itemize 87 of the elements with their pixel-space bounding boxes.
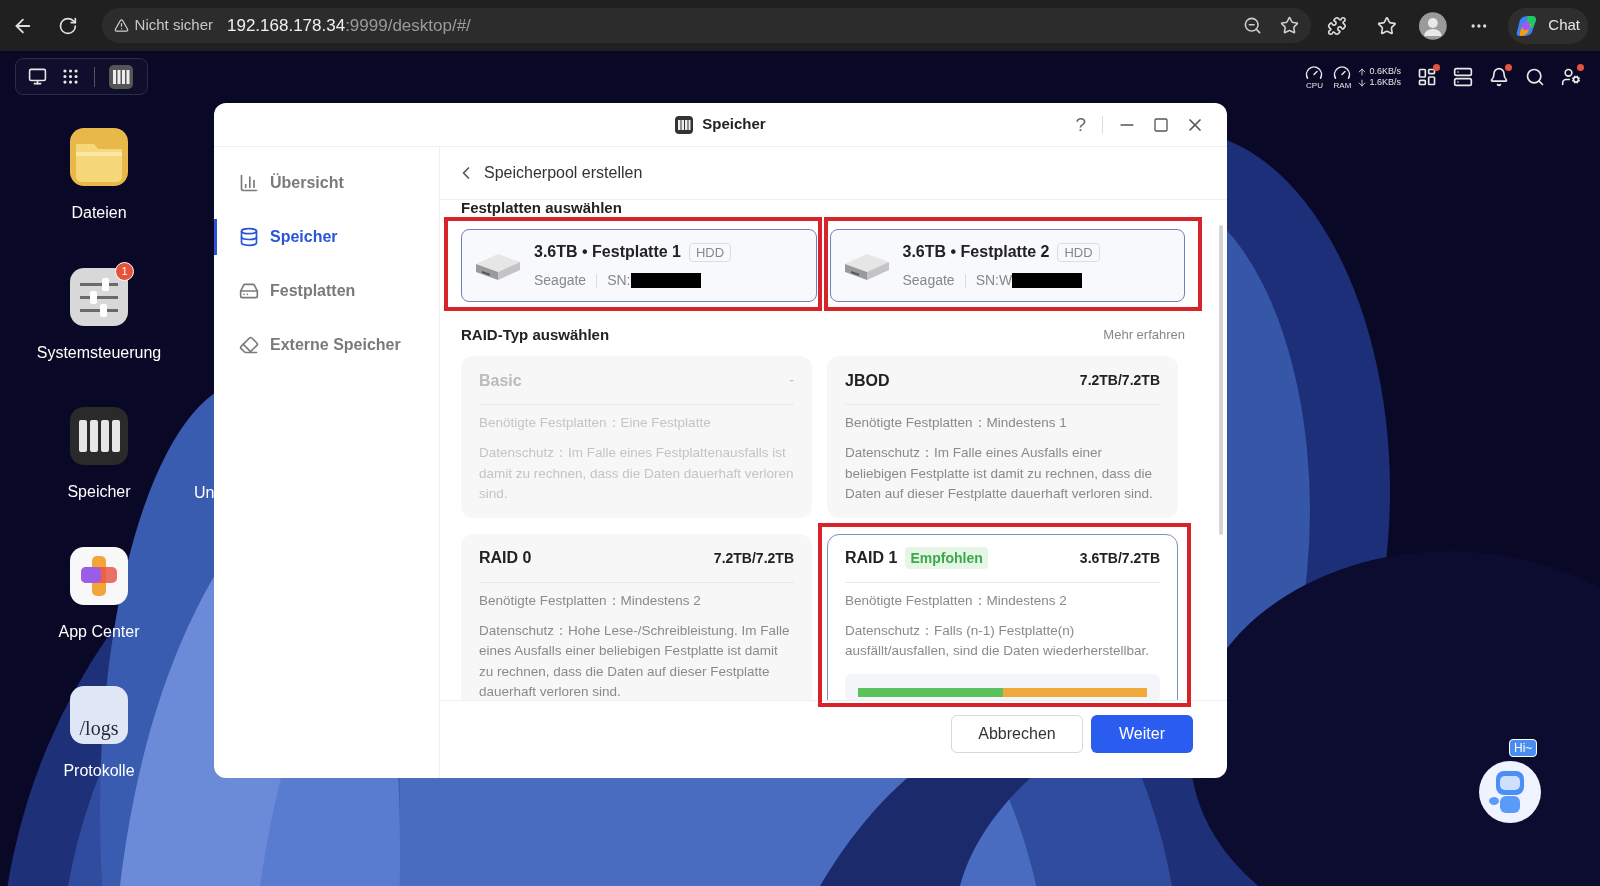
raid-requirement: Benötigte Festplatten：Mindestens 1 [845,414,1068,432]
redaction-bar [630,273,701,288]
scrollbar[interactable] [1219,225,1223,535]
widgets-icon[interactable] [1417,67,1437,87]
storage-app-icon [675,115,694,134]
gauge-icon[interactable] [1333,64,1352,82]
raid-capacity: - [789,371,794,390]
sidebar-item[interactable]: Externe Speicher [214,318,439,372]
disk-serial: SN:W [975,271,1013,290]
desktop-icon-label[interactable]: Speicher [67,482,131,502]
disk-title: 3.6TB • Festplatte 1 [534,242,681,262]
ram-label: RAM [1333,82,1352,90]
chart-icon [239,173,259,193]
server-icon[interactable] [1453,67,1473,87]
disk-serial: SN: [607,271,631,290]
sidebar-item[interactable]: Festplatten [214,264,439,318]
address-bar[interactable]: Nicht sicher 192.168.178.34:9999/desktop/#/ [101,8,1312,43]
disk-vendor: Seagate [534,271,587,290]
star-icon[interactable] [1280,16,1300,35]
logs-icon[interactable]: /logs [70,686,128,744]
raid-description: Datenschutz：Im Falle eines Ausfalls einer beliebigen Festplatte ist damit zu rechnen, dass die Daten auf dieser Festplatte dauerhaft verloren sind. [845,444,1154,503]
warning-icon [113,18,129,33]
profile-avatar[interactable] [1418,11,1447,40]
extensions-icon[interactable] [1327,15,1347,36]
storage-bays-icon[interactable] [70,407,128,465]
raid-name: RAID 1 [845,548,898,568]
download-arrow-icon [1357,77,1368,88]
disk-title: 3.6TB • Festplatte 2 [902,242,1050,262]
zoom-out-icon[interactable] [1243,16,1263,35]
raid-name: RAID 0 [479,548,532,568]
disk-type-tag: HDD [689,242,732,262]
raid-option-card[interactable]: RAID 1 Empfohlen 3.6TB/7.2TB Benötigte Festplatten：Mindestens 2 Datenschutz：Falls (n-1) Festplatte(n) ausfällt/ausfallen, sind die Daten wiederherstellbar. [827,533,1178,700]
maximize-icon[interactable] [1153,116,1169,133]
hard-drive-icon [239,281,259,301]
gauge-icon[interactable] [1305,64,1324,82]
page-title: Speicherpool erstellen [484,163,643,183]
search-icon[interactable] [1525,67,1545,87]
raid-description: Datenschutz：Hohe Lese-/Schreibleistung. Im Falle eines Ausfalls einer beliebigen Festplatte ist damit zu rechnen, dass die Daten auf dieser Festplatte dauerhaft verloren sind. [479,621,791,700]
help-button[interactable]: ? [1073,115,1088,134]
storage-app-icon[interactable] [109,64,133,89]
database-icon [239,227,259,247]
speech-bubble: Hi~ [1509,739,1538,757]
raid-description: Datenschutz：Falls (n-1) Festplatte(n) ausfällt/ausfallen, sind die Daten wiederherstellbar. [845,621,1150,660]
learn-more-link[interactable]: Mehr erfahren [1103,327,1185,343]
raid-requirement: Benötigte Festplatten：Mindestens 2 [479,591,702,610]
sliders-icon[interactable] [70,267,128,326]
bell-icon[interactable] [1489,67,1509,87]
user-settings-icon[interactable] [1561,67,1581,87]
raid-capacity: 3.6TB/7.2TB [1079,548,1160,568]
desktop-icon[interactable] [28,67,47,86]
sidebar-item[interactable]: Speicher [214,210,439,264]
raid-name: Basic [479,370,522,391]
robot-assistant-icon[interactable] [1479,761,1541,823]
desktop-icon-label[interactable]: Systemsteuerung [36,342,162,363]
section-heading: RAID-Typ auswählen [461,327,610,343]
next-button[interactable]: Weiter [1091,715,1193,753]
raid-capacity: 7.2TB/7.2TB [1079,371,1160,390]
raid-requirement: Benötigte Festplatten：Mindestens 2 [845,591,1068,610]
raid-option-card[interactable]: JBOD 7.2TB/7.2TB Benötigte Festplatten：Mindestens 1 Datenschutz：Im Falle eines Ausfalls einer beliebigen Festplatte ist damit zu rechnen, dass die Daten auf dieser Festplatte dauerhaft verloren sind. [827,356,1178,518]
security-label: Nicht sicher [134,15,213,36]
desktop-icon-label[interactable]: Dateien [71,203,127,223]
url-text: 192.168.178.34:9999/desktop/#/ [226,14,471,37]
apps-grid-icon[interactable] [61,67,80,86]
window-title: Speicher [702,114,766,135]
eraser-icon [239,335,259,355]
download-speed: 1.6KB/s [1369,77,1401,88]
desktop-icon-label[interactable]: Protokolle [63,761,135,781]
favorites-icon[interactable] [1377,15,1397,36]
chat-button[interactable]: Chat [1508,7,1589,44]
raid-capacity: 7.2TB/7.2TB [713,548,794,568]
reload-icon[interactable] [57,15,78,36]
folder-icon[interactable] [70,128,128,186]
cpu-label: CPU [1306,82,1323,90]
sidebar-item[interactable]: Übersicht [214,156,439,210]
raid-name: JBOD [845,370,890,391]
redaction-bar [1012,273,1083,288]
recommended-badge: Empfohlen [905,547,988,569]
cancel-button[interactable]: Abbrechen [951,715,1083,753]
desktop-icon-label[interactable]: Un [194,483,215,503]
disk-vendor: Seagate [902,271,955,290]
upload-speed: 0.6KB/s [1369,66,1401,77]
app-store-icon[interactable] [70,546,128,605]
section-heading: Festplatten auswählen [461,200,623,216]
upload-arrow-icon [1357,66,1368,77]
disk-card[interactable]: 3.6TB • Festplatte 2 HDD Seagate SN:W [829,229,1185,302]
disk-card[interactable]: 3.6TB • Festplatte 1 HDD Seagate SN: [461,229,817,302]
disk-type-tag: HDD [1057,242,1100,262]
